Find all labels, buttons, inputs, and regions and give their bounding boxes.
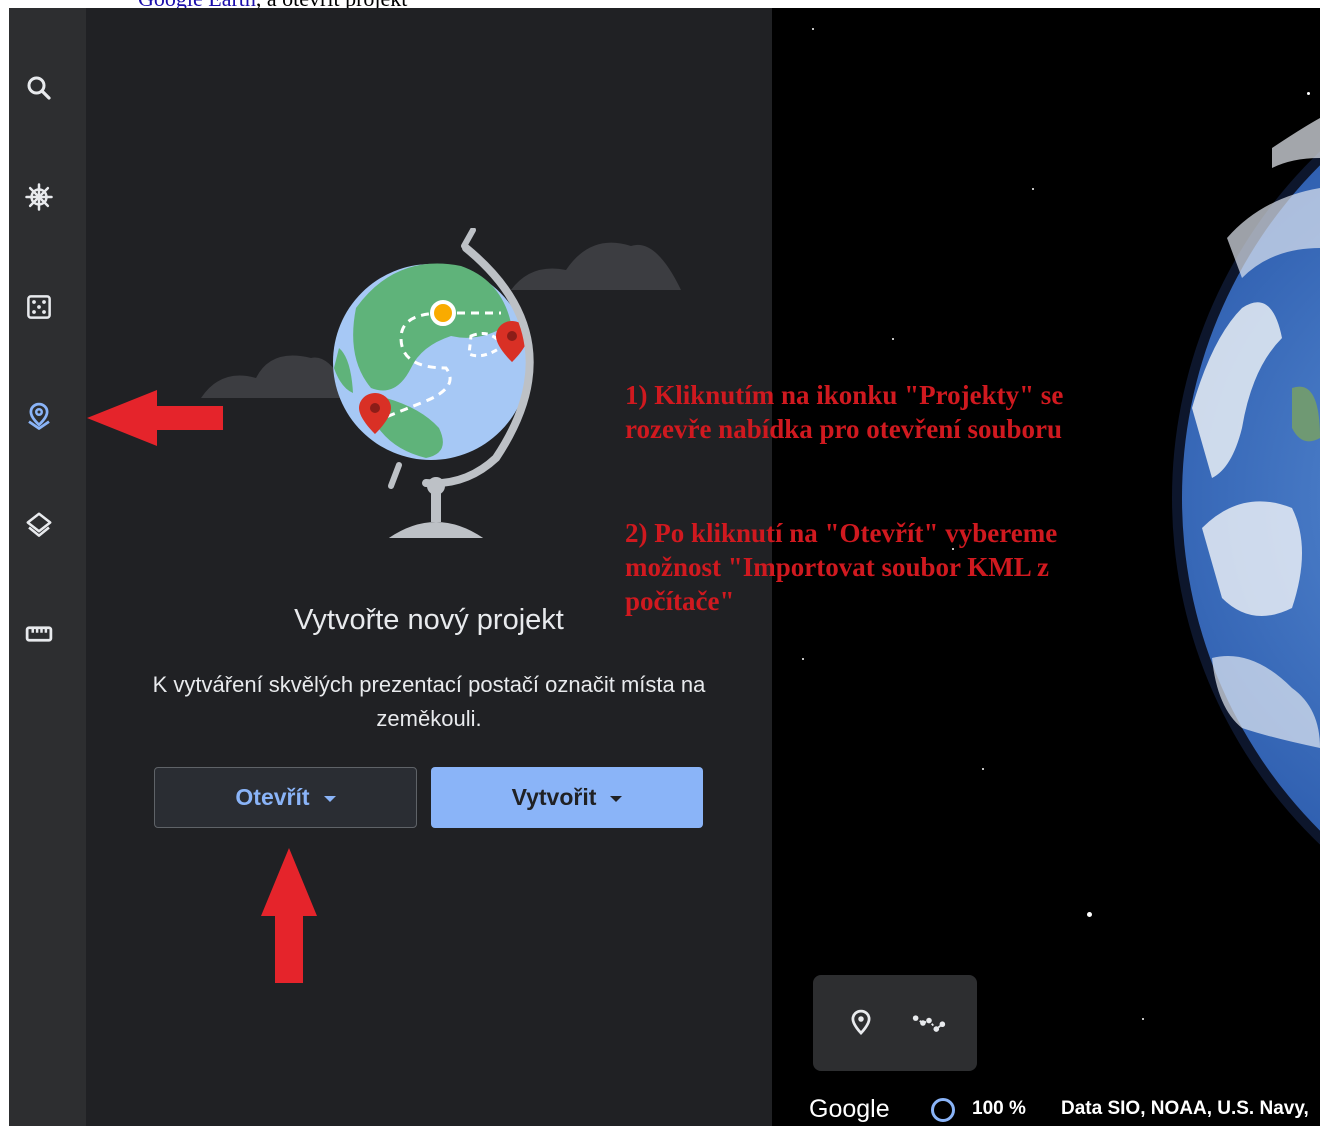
map-tools-panel <box>813 975 977 1071</box>
document-text-tail: a otevřít projekt <box>267 0 408 8</box>
create-button-label: Vytvořit <box>511 784 597 810</box>
rail-map-style-button[interactable] <box>17 503 61 547</box>
star <box>1142 1018 1144 1020</box>
open-button-label: Otevřít <box>235 784 310 810</box>
red-arrow-up-icon <box>261 848 317 983</box>
dice-icon <box>27 295 51 319</box>
star <box>812 28 814 30</box>
star <box>892 338 894 340</box>
star <box>982 768 984 770</box>
draw-path-button[interactable] <box>909 1003 949 1043</box>
map-pin-icon <box>28 402 50 430</box>
globe-base <box>389 522 483 538</box>
open-button[interactable]: Otevřít <box>154 767 417 828</box>
map-pin-icon <box>851 1009 871 1035</box>
star <box>802 658 804 660</box>
red-arrow-left-icon <box>87 390 223 446</box>
zoom-level: 100 % <box>972 1098 1026 1119</box>
star <box>1032 188 1034 190</box>
rail-projects-button[interactable] <box>17 394 61 438</box>
document-link[interactable]: Google Earth <box>138 0 256 8</box>
rail-measure-button[interactable] <box>17 612 61 656</box>
status-bar: Google 100 % Data SIO, NOAA, U.S. Navy, <box>772 1090 1320 1126</box>
left-rail <box>9 8 86 1126</box>
red-pin-left-dot <box>370 403 380 413</box>
add-placemark-button[interactable] <box>841 1003 881 1043</box>
chevron-down-icon <box>610 796 623 802</box>
path-icon <box>912 1015 946 1032</box>
cloud-shape-right <box>511 242 681 290</box>
globe-axis-bottom <box>388 462 402 489</box>
waypoint-dot <box>430 300 456 326</box>
search-icon <box>27 76 51 100</box>
panel-description: K vytváření skvělých prezentací postačí … <box>152 672 706 731</box>
data-attribution[interactable]: Data SIO, NOAA, U.S. Navy, <box>1061 1098 1309 1120</box>
globe-stem <box>431 490 441 522</box>
layers-icon <box>26 512 52 537</box>
rail-search-button[interactable] <box>17 66 61 110</box>
document-text: Google Earth, a otevřít projekt <box>138 0 407 8</box>
red-pin-right-dot <box>507 331 517 341</box>
annotation-step-2: 2) Po kliknutí na "Otevřít" vybereme mož… <box>625 518 1058 616</box>
google-earth-window: Vytvořte nový projekt K vytváření skvělý… <box>9 8 1320 1126</box>
star <box>1307 92 1310 95</box>
document-strip: Google Earth, a otevřít projekt <box>0 0 1320 8</box>
google-logo: Google <box>809 1095 890 1123</box>
annotation-step-1: 1) Kliknutím na ikonku "Projekty" se roz… <box>625 380 1064 444</box>
globe-illustration <box>201 228 681 538</box>
create-button[interactable]: Vytvořit <box>431 767 703 828</box>
globe-axis-top <box>461 228 476 249</box>
star <box>1087 912 1092 917</box>
rail-feeling-lucky-button[interactable] <box>17 285 61 329</box>
zoom-indicator-icon <box>931 1098 955 1122</box>
chevron-down-icon <box>323 796 336 802</box>
ruler-icon <box>25 626 53 642</box>
rail-voyager-button[interactable] <box>17 175 61 219</box>
ship-wheel-icon <box>25 183 53 211</box>
